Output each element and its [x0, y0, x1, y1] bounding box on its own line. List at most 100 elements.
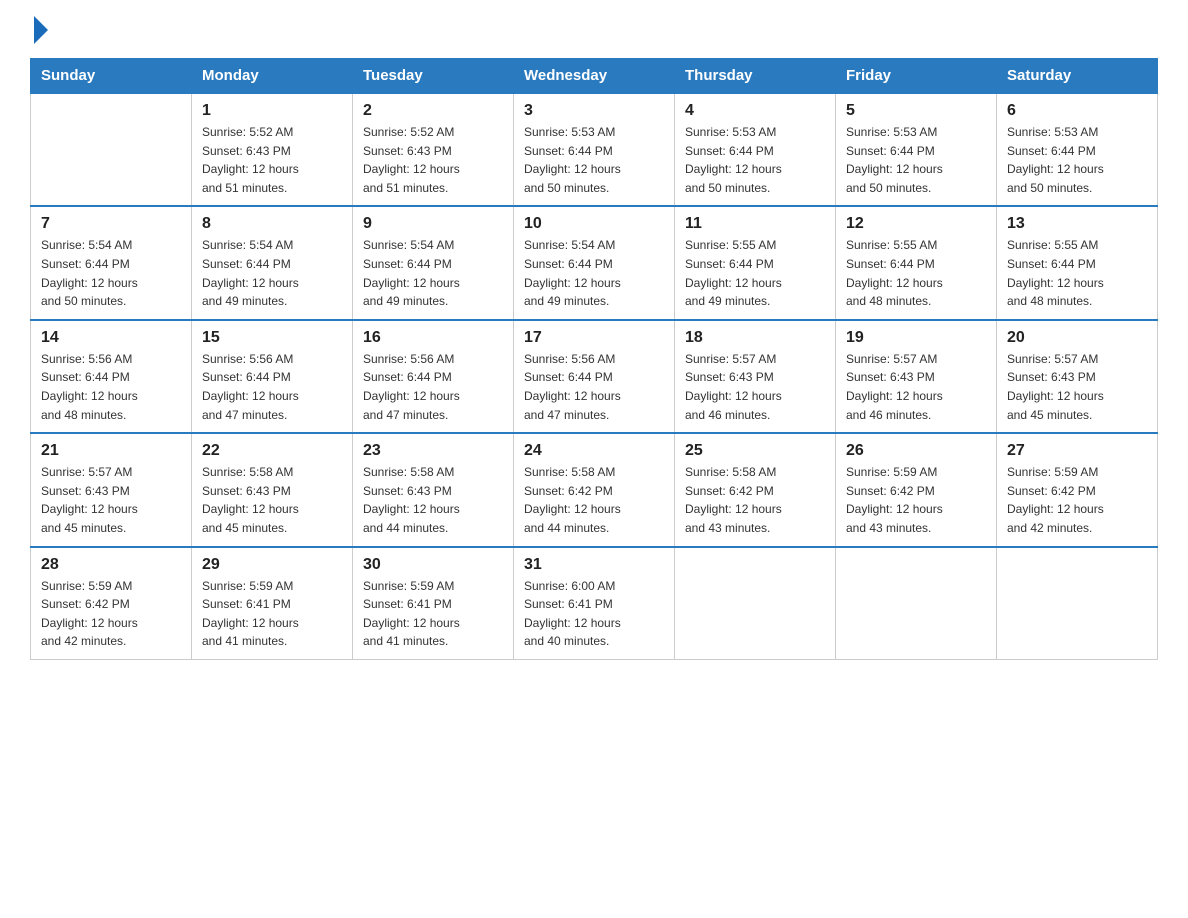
calendar-cell: 12Sunrise: 5:55 AMSunset: 6:44 PMDayligh… — [836, 206, 997, 319]
calendar-cell: 15 Sunrise: 5:56 AMSunset: 6:44 PMDayligh… — [192, 320, 353, 433]
logo-arrow-icon — [34, 16, 48, 44]
calendar-cell: 25 Sunrise: 5:58 AMSunset: 6:42 PMDayligh… — [675, 433, 836, 546]
day-number: 1 — [202, 102, 342, 120]
calendar-cell: 3 Sunrise: 5:53 AMSunset: 6:44 PMDaylight… — [514, 93, 675, 206]
day-number: 25 — [685, 442, 825, 460]
day-number: 27 — [1007, 442, 1147, 460]
calendar-cell: 19 Sunrise: 5:57 AMSunset: 6:43 PMDayligh… — [836, 320, 997, 433]
calendar-cell: 27 Sunrise: 5:59 AMSunset: 6:42 PMDayligh… — [997, 433, 1158, 546]
day-number: 18 — [685, 329, 825, 347]
calendar-cell — [836, 547, 997, 660]
weekday-header-friday: Friday — [836, 59, 997, 94]
day-info: Sunrise: 5:55 AMSunset: 6:44 PMDaylight:… — [846, 236, 986, 310]
day-number: 26 — [846, 442, 986, 460]
day-number: 6 — [1007, 102, 1147, 120]
calendar-cell: 17Sunrise: 5:56 AMSunset: 6:44 PMDayligh… — [514, 320, 675, 433]
day-info: Sunrise: 5:57 AMSunset: 6:43 PMDaylight:… — [41, 463, 181, 537]
calendar-cell: 10 Sunrise: 5:54 AMSunset: 6:44 PMDayligh… — [514, 206, 675, 319]
calendar-cell: 22 Sunrise: 5:58 AMSunset: 6:43 PMDayligh… — [192, 433, 353, 546]
day-info: Sunrise: 5:56 AMSunset: 6:44 PMDaylight:… — [41, 350, 181, 424]
calendar-cell: 2Sunrise: 5:52 AMSunset: 6:43 PMDaylight… — [353, 93, 514, 206]
day-info: Sunrise: 5:59 AMSunset: 6:41 PMDaylight:… — [202, 577, 342, 651]
day-number: 31 — [524, 556, 664, 574]
day-info: Sunrise: 5:58 AMSunset: 6:42 PMDaylight:… — [524, 463, 664, 537]
day-info: Sunrise: 5:53 AMSunset: 6:44 PMDaylight:… — [846, 123, 986, 197]
calendar-cell: 31 Sunrise: 6:00 AMSunset: 6:41 PMDayligh… — [514, 547, 675, 660]
day-number: 14 — [41, 329, 181, 347]
calendar-cell: 8 Sunrise: 5:54 AMSunset: 6:44 PMDaylight… — [192, 206, 353, 319]
calendar-table: SundayMondayTuesdayWednesdayThursdayFrid… — [30, 58, 1158, 660]
day-info: Sunrise: 5:54 AMSunset: 6:44 PMDaylight:… — [202, 236, 342, 310]
day-info: Sunrise: 5:53 AMSunset: 6:44 PMDaylight:… — [685, 123, 825, 197]
page-header — [30, 20, 1158, 38]
day-number: 3 — [524, 102, 664, 120]
calendar-cell: 7 Sunrise: 5:54 AMSunset: 6:44 PMDaylight… — [31, 206, 192, 319]
day-number: 20 — [1007, 329, 1147, 347]
day-info: Sunrise: 5:52 AMSunset: 6:43 PMDaylight:… — [363, 123, 503, 197]
day-number: 5 — [846, 102, 986, 120]
calendar-cell: 24 Sunrise: 5:58 AMSunset: 6:42 PMDayligh… — [514, 433, 675, 546]
weekday-header-tuesday: Tuesday — [353, 59, 514, 94]
day-number: 15 — [202, 329, 342, 347]
calendar-week-5: 28 Sunrise: 5:59 AMSunset: 6:42 PMDayligh… — [31, 547, 1158, 660]
day-number: 11 — [685, 215, 825, 233]
day-info: Sunrise: 5:59 AMSunset: 6:41 PMDaylight:… — [363, 577, 503, 651]
day-number: 13 — [1007, 215, 1147, 233]
day-number: 16 — [363, 329, 503, 347]
weekday-header-wednesday: Wednesday — [514, 59, 675, 94]
day-number: 10 — [524, 215, 664, 233]
weekday-header-row: SundayMondayTuesdayWednesdayThursdayFrid… — [31, 59, 1158, 94]
day-number: 17 — [524, 329, 664, 347]
day-number: 19 — [846, 329, 986, 347]
day-info: Sunrise: 5:55 AMSunset: 6:44 PMDaylight:… — [685, 236, 825, 310]
calendar-cell: 28 Sunrise: 5:59 AMSunset: 6:42 PMDayligh… — [31, 547, 192, 660]
day-info: Sunrise: 5:57 AMSunset: 6:43 PMDaylight:… — [846, 350, 986, 424]
calendar-cell: 16 Sunrise: 5:56 AMSunset: 6:44 PMDayligh… — [353, 320, 514, 433]
day-number: 23 — [363, 442, 503, 460]
day-info: Sunrise: 5:54 AMSunset: 6:44 PMDaylight:… — [41, 236, 181, 310]
calendar-week-3: 14 Sunrise: 5:56 AMSunset: 6:44 PMDayligh… — [31, 320, 1158, 433]
day-info: Sunrise: 5:55 AMSunset: 6:44 PMDaylight:… — [1007, 236, 1147, 310]
calendar-week-1: 1 Sunrise: 5:52 AMSunset: 6:43 PMDaylight… — [31, 93, 1158, 206]
calendar-cell: 20 Sunrise: 5:57 AMSunset: 6:43 PMDayligh… — [997, 320, 1158, 433]
calendar-cell: 13 Sunrise: 5:55 AMSunset: 6:44 PMDayligh… — [997, 206, 1158, 319]
weekday-header-monday: Monday — [192, 59, 353, 94]
day-info: Sunrise: 5:56 AMSunset: 6:44 PMDaylight:… — [202, 350, 342, 424]
day-info: Sunrise: 5:57 AMSunset: 6:43 PMDaylight:… — [1007, 350, 1147, 424]
calendar-cell: 29 Sunrise: 5:59 AMSunset: 6:41 PMDayligh… — [192, 547, 353, 660]
day-number: 21 — [41, 442, 181, 460]
calendar-cell: 6Sunrise: 5:53 AMSunset: 6:44 PMDaylight… — [997, 93, 1158, 206]
day-info: Sunrise: 5:58 AMSunset: 6:43 PMDaylight:… — [202, 463, 342, 537]
weekday-header-saturday: Saturday — [997, 59, 1158, 94]
calendar-cell: 23Sunrise: 5:58 AMSunset: 6:43 PMDayligh… — [353, 433, 514, 546]
day-info: Sunrise: 5:52 AMSunset: 6:43 PMDaylight:… — [202, 123, 342, 197]
day-info: Sunrise: 5:59 AMSunset: 6:42 PMDaylight:… — [41, 577, 181, 651]
weekday-header-sunday: Sunday — [31, 59, 192, 94]
day-number: 4 — [685, 102, 825, 120]
calendar-cell — [997, 547, 1158, 660]
day-info: Sunrise: 5:56 AMSunset: 6:44 PMDaylight:… — [363, 350, 503, 424]
day-number: 8 — [202, 215, 342, 233]
logo — [30, 20, 48, 38]
calendar-cell: 5 Sunrise: 5:53 AMSunset: 6:44 PMDaylight… — [836, 93, 997, 206]
weekday-header-thursday: Thursday — [675, 59, 836, 94]
day-info: Sunrise: 5:53 AMSunset: 6:44 PMDaylight:… — [524, 123, 664, 197]
day-number: 22 — [202, 442, 342, 460]
calendar-cell: 18Sunrise: 5:57 AMSunset: 6:43 PMDayligh… — [675, 320, 836, 433]
calendar-cell: 1 Sunrise: 5:52 AMSunset: 6:43 PMDaylight… — [192, 93, 353, 206]
day-info: Sunrise: 5:59 AMSunset: 6:42 PMDaylight:… — [1007, 463, 1147, 537]
calendar-cell — [675, 547, 836, 660]
day-number: 28 — [41, 556, 181, 574]
day-number: 24 — [524, 442, 664, 460]
day-number: 7 — [41, 215, 181, 233]
calendar-cell: 11 Sunrise: 5:55 AMSunset: 6:44 PMDayligh… — [675, 206, 836, 319]
day-info: Sunrise: 5:58 AMSunset: 6:42 PMDaylight:… — [685, 463, 825, 537]
day-info: Sunrise: 6:00 AMSunset: 6:41 PMDaylight:… — [524, 577, 664, 651]
day-info: Sunrise: 5:54 AMSunset: 6:44 PMDaylight:… — [524, 236, 664, 310]
calendar-cell: 4 Sunrise: 5:53 AMSunset: 6:44 PMDaylight… — [675, 93, 836, 206]
calendar-cell: 26 Sunrise: 5:59 AMSunset: 6:42 PMDayligh… — [836, 433, 997, 546]
day-number: 29 — [202, 556, 342, 574]
calendar-week-4: 21 Sunrise: 5:57 AMSunset: 6:43 PMDayligh… — [31, 433, 1158, 546]
calendar-cell: 14 Sunrise: 5:56 AMSunset: 6:44 PMDayligh… — [31, 320, 192, 433]
day-info: Sunrise: 5:59 AMSunset: 6:42 PMDaylight:… — [846, 463, 986, 537]
